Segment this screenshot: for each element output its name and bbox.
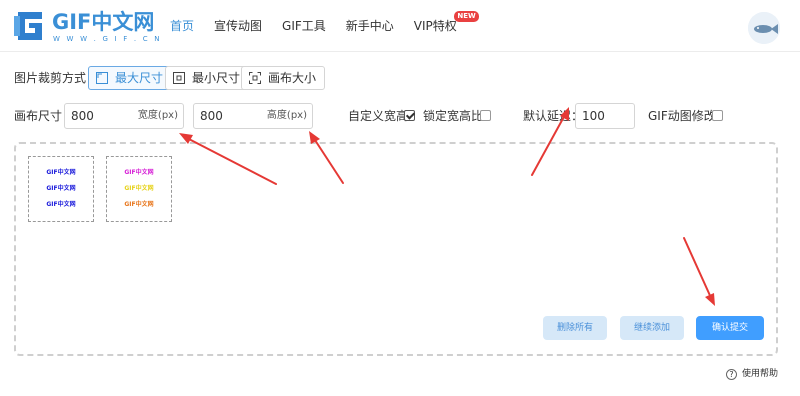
nav-vip-label: VIP特权 bbox=[413, 19, 457, 33]
crop-max-size-label: 最大尺寸 bbox=[115, 71, 164, 85]
confirm-submit-button[interactable]: 确认提交 bbox=[696, 316, 764, 340]
logo-subtitle: W W W . G I F . C N bbox=[53, 35, 162, 43]
delete-all-button[interactable]: 删除所有 bbox=[543, 316, 607, 340]
nav-promo-gifs-label: 宣传动图 bbox=[214, 19, 263, 33]
width-field: 宽度(px) bbox=[64, 103, 184, 129]
thumb1-line3: GIF中文网 bbox=[46, 201, 76, 208]
help-label: 使用帮助 bbox=[742, 369, 779, 379]
crop-canvas-size-label: 画布大小 bbox=[268, 71, 317, 85]
thumb2-line3: GIF中文网 bbox=[124, 201, 154, 208]
expand-icon bbox=[96, 72, 108, 84]
nav-gif-tools[interactable]: GIF工具 bbox=[272, 0, 336, 52]
logo-mark-icon bbox=[14, 12, 42, 40]
nav-promo-gifs[interactable]: 宣传动图 bbox=[204, 0, 272, 52]
width-input[interactable] bbox=[71, 106, 131, 126]
delay-label: 默认延迟： bbox=[523, 109, 584, 123]
thumb2-line2: GIF中文网 bbox=[124, 185, 154, 192]
custom-size-label: 自定义宽高 bbox=[348, 109, 409, 123]
nav-gif-tools-label: GIF工具 bbox=[282, 19, 326, 33]
site-logo[interactable]: GIF中文网 W W W . G I F . C N bbox=[12, 8, 159, 46]
width-unit: 宽度(px) bbox=[137, 110, 178, 121]
height-unit: 高度(px) bbox=[266, 110, 307, 121]
lock-ratio-label: 锁定宽高比 bbox=[423, 109, 484, 123]
nav-beginner-center[interactable]: 新手中心 bbox=[336, 0, 404, 52]
delay-field bbox=[575, 103, 635, 129]
nav-home-label: 首页 bbox=[170, 19, 195, 33]
thumbnail-2[interactable]: GIF中文网 GIF中文网 GIF中文网 bbox=[106, 156, 172, 222]
shrink-icon bbox=[173, 72, 185, 84]
user-avatar[interactable] bbox=[748, 12, 780, 44]
gif-edit-checkbox[interactable] bbox=[712, 110, 723, 121]
crop-mode-label: 图片裁剪方式： bbox=[14, 71, 99, 85]
crop-min-size-button[interactable]: 最小尺寸 bbox=[165, 66, 250, 90]
thumb2-line1: GIF中文网 bbox=[124, 169, 154, 176]
logo-title: GIF中文网 bbox=[52, 10, 155, 34]
thumb1-line1: GIF中文网 bbox=[46, 169, 76, 176]
help-link[interactable]: ? 使用帮助 bbox=[726, 367, 778, 381]
canvas-icon bbox=[249, 72, 261, 84]
nav-home[interactable]: 首页 bbox=[160, 0, 204, 52]
continue-add-button[interactable]: 继续添加 bbox=[620, 316, 684, 340]
crop-max-size-button[interactable]: 最大尺寸 bbox=[88, 66, 173, 90]
gif-edit-label: GIF动图修改 bbox=[648, 109, 716, 123]
top-header: GIF中文网 W W W . G I F . C N 首页 宣传动图 GIF工具… bbox=[0, 0, 800, 52]
upload-drop-area[interactable]: GIF中文网 GIF中文网 GIF中文网 GIF中文网 GIF中文网 GIF中文… bbox=[14, 142, 778, 356]
lock-ratio-checkbox[interactable] bbox=[480, 110, 491, 121]
thumb1-line2: GIF中文网 bbox=[46, 185, 76, 192]
height-field: 高度(px) bbox=[193, 103, 313, 129]
avatar-fish-icon bbox=[748, 12, 780, 44]
custom-size-checkbox[interactable] bbox=[404, 110, 415, 121]
main-nav: 首页 宣传动图 GIF工具 新手中心 VIP特权 NEW bbox=[160, 0, 479, 52]
height-input[interactable] bbox=[200, 106, 260, 126]
delay-input[interactable] bbox=[582, 106, 626, 126]
nav-beginner-center-label: 新手中心 bbox=[345, 19, 394, 33]
crop-canvas-size-button[interactable]: 画布大小 bbox=[241, 66, 326, 90]
thumbnail-1[interactable]: GIF中文网 GIF中文网 GIF中文网 bbox=[28, 156, 94, 222]
new-badge: NEW bbox=[454, 11, 479, 22]
question-icon: ? bbox=[726, 369, 737, 380]
nav-vip[interactable]: VIP特权 NEW bbox=[404, 0, 479, 52]
crop-min-size-label: 最小尺寸 bbox=[192, 71, 241, 85]
